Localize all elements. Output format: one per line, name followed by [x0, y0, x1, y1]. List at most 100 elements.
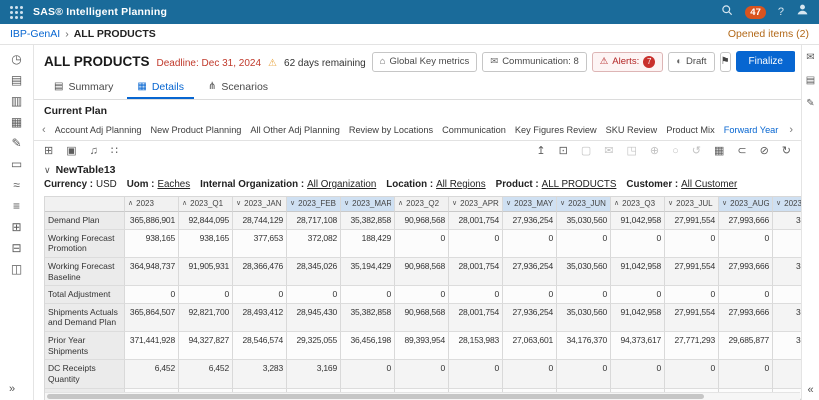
draft-button[interactable]: ◐ Draft: [668, 52, 714, 72]
data-cell[interactable]: 28,001,754: [449, 212, 503, 230]
tab-summary[interactable]: ▤Summary: [44, 76, 123, 99]
data-cell[interactable]: 0: [773, 230, 801, 258]
global-key-metrics-button[interactable]: ⌂ Global Key metrics: [372, 52, 477, 72]
data-cell[interactable]: 0: [125, 286, 179, 304]
collapse-section-icon[interactable]: ∨: [44, 165, 51, 176]
data-cell[interactable]: 0: [503, 286, 557, 304]
data-cell[interactable]: 27,991,554: [665, 212, 719, 230]
communication-button[interactable]: ✉ Communication: 8: [482, 52, 587, 72]
media-icon[interactable]: ♫: [90, 146, 98, 157]
data-cell[interactable]: 377,653: [233, 230, 287, 258]
data-cell[interactable]: 188,429: [341, 230, 395, 258]
data-cell[interactable]: 27,993,666: [719, 304, 773, 332]
data-cell[interactable]: 28,945,430: [287, 304, 341, 332]
subtabs-prev-icon[interactable]: ‹: [42, 124, 46, 136]
data-cell[interactable]: 365,886,901: [125, 212, 179, 230]
data-cell[interactable]: 0: [503, 230, 557, 258]
data-cell[interactable]: 6,452: [125, 360, 179, 388]
data-cell[interactable]: 35,030,560: [557, 304, 611, 332]
data-cell[interactable]: 27,936,254: [503, 258, 557, 286]
data-cell[interactable]: 27,993,666: [719, 212, 773, 230]
data-cell[interactable]: 0: [665, 230, 719, 258]
collapse-rail-icon[interactable]: «: [807, 384, 813, 396]
horizontal-scrollbar[interactable]: [45, 392, 800, 400]
column-header-2023-jun[interactable]: ∨2023_JUN: [557, 197, 611, 212]
user-profile-icon[interactable]: [796, 3, 809, 21]
data-cell[interactable]: 371,441,928: [125, 332, 179, 360]
comments-icon[interactable]: ✉: [806, 53, 814, 63]
alerts-button[interactable]: ⚠ Alerts: 7: [592, 52, 663, 72]
data-cell[interactable]: 0: [449, 286, 503, 304]
data-cell[interactable]: 28,493,412: [233, 304, 287, 332]
column-header-2023-apr[interactable]: ∨2023_APR: [449, 197, 503, 212]
column-header-2023-aug[interactable]: ∨2023_AUG: [719, 197, 773, 212]
table-icon[interactable]: ▦: [714, 146, 724, 157]
data-cell[interactable]: 28,717,108: [287, 212, 341, 230]
scrollbar-thumb[interactable]: [47, 394, 704, 399]
tab-details[interactable]: ▦Details: [127, 76, 194, 99]
filter-value[interactable]: ALL PRODUCTS: [542, 179, 617, 190]
share-icon[interactable]: ↥: [536, 146, 545, 157]
data-cell[interactable]: 3,283: [233, 360, 287, 388]
grid-icon[interactable]: ∷: [111, 146, 118, 157]
data-cell[interactable]: 0: [665, 286, 719, 304]
data-cell[interactable]: 29,325,055: [287, 332, 341, 360]
report-icon[interactable]: ▥: [11, 95, 22, 107]
subtab-new-product-planning[interactable]: New Product Planning: [151, 125, 242, 135]
filter-value[interactable]: All Organization: [307, 179, 376, 190]
subtabs-next-icon[interactable]: ›: [789, 124, 793, 136]
search-icon[interactable]: [721, 3, 733, 21]
data-cell[interactable]: 27,063,601: [503, 332, 557, 360]
data-cell[interactable]: 36,456,198: [341, 332, 395, 360]
data-cell[interactable]: 0: [557, 286, 611, 304]
data-cell[interactable]: 27,993,666: [719, 258, 773, 286]
data-cell[interactable]: 0: [395, 360, 449, 388]
column-header-2023-mar[interactable]: ∨2023_MAR: [341, 197, 395, 212]
data-cell[interactable]: 0: [341, 286, 395, 304]
data-cell[interactable]: 0: [611, 360, 665, 388]
subtab-all-other-adj-planning[interactable]: All Other Adj Planning: [250, 125, 339, 135]
data-cell[interactable]: 0: [611, 230, 665, 258]
data-cell[interactable]: 0: [773, 286, 801, 304]
data-cell[interactable]: 35,194,429: [341, 258, 395, 286]
dashboard-icon[interactable]: ▦: [11, 116, 22, 128]
subtab-communication[interactable]: Communication: [442, 125, 506, 135]
data-cell[interactable]: 35,030,560: [557, 258, 611, 286]
data-cell[interactable]: 3,169: [287, 360, 341, 388]
data-cell[interactable]: 372,082: [287, 230, 341, 258]
data-cell[interactable]: 94,373,617: [611, 332, 665, 360]
page-icon[interactable]: ▭: [11, 158, 22, 170]
data-cell[interactable]: 0: [287, 286, 341, 304]
filter-value[interactable]: All Regions: [436, 179, 486, 190]
data-cell[interactable]: 91,042,958: [611, 212, 665, 230]
folder-icon[interactable]: ⊞: [11, 221, 21, 233]
calendar-icon[interactable]: ⊞: [44, 146, 53, 157]
recent-icon[interactable]: ◷: [11, 53, 21, 65]
data-cell[interactable]: 28,001,754: [449, 304, 503, 332]
subtab-account-adj-planning[interactable]: Account Adj Planning: [55, 125, 142, 135]
expand-rail-icon[interactable]: »: [0, 383, 15, 395]
data-cell[interactable]: 0: [395, 230, 449, 258]
column-header-2023-q2[interactable]: ∧2023_Q2: [395, 197, 449, 212]
filter-value[interactable]: Eaches: [157, 179, 190, 190]
data-cell[interactable]: 0: [449, 230, 503, 258]
column-header-2023[interactable]: ∧2023: [125, 197, 179, 212]
data-cell[interactable]: 35,382,858: [341, 212, 395, 230]
data-cell[interactable]: 938,165: [179, 230, 233, 258]
data-cell[interactable]: 94,327,827: [179, 332, 233, 360]
window-icon[interactable]: ◫: [11, 263, 22, 275]
apps-menu-icon[interactable]: [10, 6, 23, 19]
document-icon[interactable]: ▤: [11, 74, 22, 86]
data-cell[interactable]: 0: [611, 286, 665, 304]
tab-scenarios[interactable]: ⋔Scenarios: [198, 76, 278, 99]
data-cell[interactable]: 938,165: [125, 230, 179, 258]
data-cell[interactable]: 28,546,574: [233, 332, 287, 360]
properties-icon[interactable]: ▤: [806, 76, 815, 86]
link-icon[interactable]: ⊡: [559, 146, 568, 157]
filter-value[interactable]: All Customer: [681, 179, 737, 190]
data-cell[interactable]: 27,936,254: [503, 212, 557, 230]
subtab-key-figures-review[interactable]: Key Figures Review: [515, 125, 597, 135]
data-cell[interactable]: 34,176,370: [557, 332, 611, 360]
data-cell[interactable]: 91,042,958: [611, 258, 665, 286]
data-cell[interactable]: 0: [665, 360, 719, 388]
